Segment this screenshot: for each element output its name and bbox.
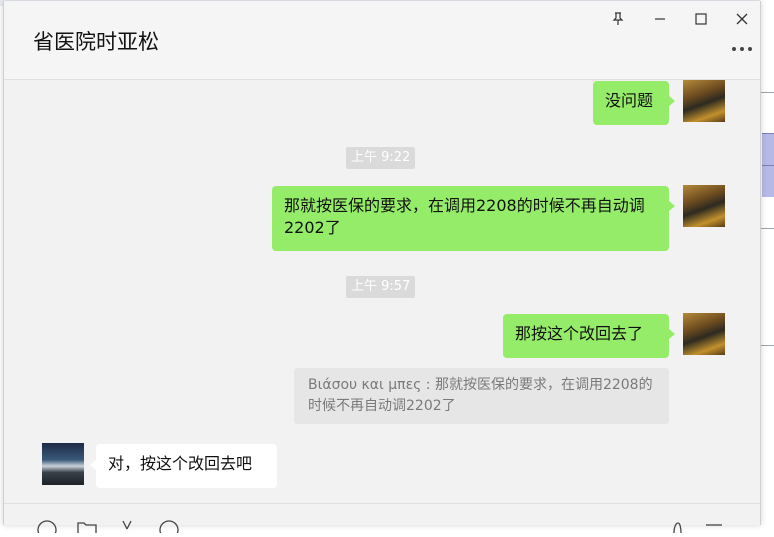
background-cell — [762, 133, 774, 165]
chat-history-icon[interactable] — [158, 518, 180, 537]
phone-icon[interactable] — [666, 518, 688, 534]
bubble-tail — [668, 328, 675, 340]
message-text: 那按这个改回去了 — [515, 324, 644, 343]
video-icon[interactable] — [704, 518, 726, 532]
quoted-text: Βιάσου και μπες : 那就按医保的要求，在调用2208的时候不再自… — [308, 377, 653, 414]
background-cell — [762, 165, 774, 197]
background-divider — [760, 345, 774, 346]
emoji-icon[interactable] — [36, 518, 58, 537]
quoted-message[interactable]: Βιάσου και μπες : 那就按医保的要求，在调用2208的时候不再自… — [294, 368, 669, 424]
avatar[interactable] — [683, 80, 725, 122]
maximize-icon[interactable] — [687, 7, 715, 31]
background-divider — [760, 92, 774, 93]
bubble-tail — [668, 200, 675, 212]
scissors-icon[interactable] — [116, 518, 138, 532]
folder-icon[interactable] — [76, 518, 98, 533]
pin-icon[interactable] — [604, 7, 632, 31]
minimize-icon[interactable] — [646, 7, 674, 31]
avatar[interactable] — [683, 185, 725, 227]
background-app-edge — [760, 0, 774, 525]
message-text: 对，按这个改回去吧 — [108, 454, 253, 473]
more-icon[interactable] — [728, 37, 756, 61]
timestamp: 上午 9:22 — [346, 147, 416, 169]
contact-avatar[interactable] — [42, 443, 84, 485]
message-text: 没问题 — [605, 91, 654, 110]
close-icon[interactable] — [728, 7, 756, 31]
message-bubble[interactable]: 那就按医保的要求，在调用2208的时候不再自动调2202了 — [272, 186, 669, 251]
input-toolbar — [4, 503, 760, 537]
chat-title: 省医院时亚松 — [33, 30, 159, 54]
chat-header: 省医院时亚松 — [4, 1, 760, 80]
message-list[interactable]: 没问题 上午 9:22 那就按医保的要求，在调用2208的时候不再自动调2202… — [4, 80, 760, 505]
message-bubble[interactable]: 对，按这个改回去吧 — [96, 444, 277, 488]
avatar[interactable] — [683, 313, 725, 355]
message-bubble[interactable]: 那按这个改回去了 — [503, 314, 669, 358]
background-divider — [760, 228, 774, 229]
message-bubble[interactable]: 没问题 — [593, 81, 669, 125]
chat-window: 省医院时亚松 没问题 上午 9:22 那就按医保的要求，在调用2208的时候不再… — [3, 1, 761, 537]
bubble-tail — [668, 95, 675, 107]
message-text: 那就按医保的要求，在调用2208的时候不再自动调2202了 — [284, 196, 645, 237]
timestamp: 上午 9:57 — [346, 276, 416, 298]
